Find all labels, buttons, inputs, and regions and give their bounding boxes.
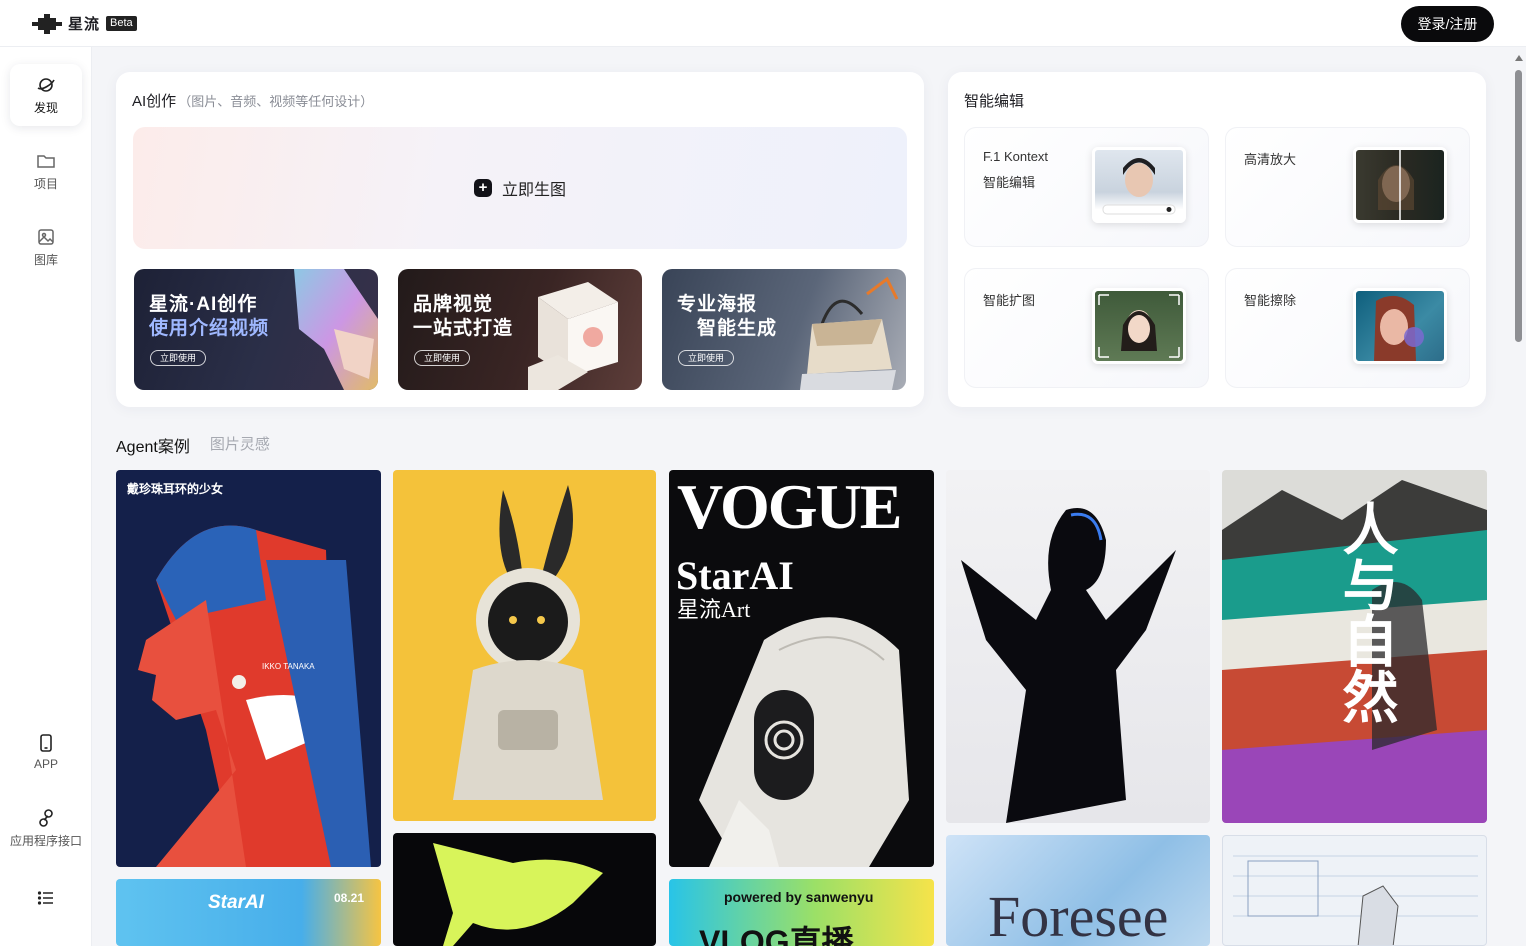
banner-subtitle: 智能生成 — [697, 318, 778, 339]
phone-icon — [40, 734, 52, 752]
tool-kontext-edit[interactable]: F.1 Kontext 智能编辑 — [964, 127, 1209, 247]
gallery-card-vogue[interactable]: VOGUE StarAI 星流Art — [669, 470, 934, 867]
image-icon — [38, 228, 54, 245]
card-title: VLOG直播 — [699, 924, 854, 946]
card-date: 08.21 — [334, 891, 365, 905]
tool-thumbnail — [1353, 288, 1447, 364]
tool-erase[interactable]: 智能擦除 — [1225, 268, 1470, 388]
card-title: VOGUE — [677, 471, 902, 542]
tab-image-inspiration[interactable]: 图片灵感 — [210, 433, 270, 457]
gallery-card-astronaut-bunny[interactable] — [393, 470, 656, 821]
banner-brand-visual[interactable]: 品牌视觉 一站式打造 立即使用 — [398, 269, 642, 390]
plus-icon: + — [473, 179, 492, 197]
login-register-button[interactable]: 登录/注册 — [1401, 6, 1494, 42]
sidebar-item-label: 应用程序接口 — [9, 833, 82, 848]
card-artwork — [1233, 855, 1478, 945]
beta-badge: Beta — [106, 16, 137, 31]
ai-create-subtitle: （图片、音频、视频等任何设计） — [178, 94, 374, 109]
card-title: 人与自然 — [1335, 500, 1398, 724]
banner-poster[interactable]: 专业海报 智能生成 立即使用 — [662, 269, 906, 390]
gallery-card-foresee[interactable]: Foresee — [946, 835, 1210, 946]
sidebar-item-projects[interactable]: 项目 — [10, 140, 82, 202]
scroll-thumb[interactable] — [1515, 70, 1522, 342]
banner-subtitle: 使用介绍视频 — [149, 318, 270, 339]
product-box-illustration — [528, 282, 618, 390]
banner-intro-video[interactable]: 星流·AI创作 使用介绍视频 立即使用 — [134, 269, 378, 390]
card-artwork — [433, 843, 603, 946]
handbag-illustration — [800, 276, 899, 390]
tool-thumbnail — [1092, 147, 1186, 223]
smart-edit-title: 智能编辑 — [964, 93, 1025, 110]
tool-title: F.1 Kontext — [983, 149, 1049, 164]
banner-title: 专业海报 — [677, 294, 758, 315]
gallery-card-winged-silhouette[interactable] — [946, 470, 1210, 823]
sidebar-item-label: APP — [33, 757, 58, 771]
sidebar-item-app[interactable]: APP — [10, 721, 82, 783]
generate-image-button[interactable]: + 立即生图 — [133, 127, 907, 249]
ai-create-title: AI创作 （图片、音频、视频等任何设计） — [132, 90, 373, 111]
tool-outpaint[interactable]: 智能扩图 — [964, 268, 1209, 388]
tool-title: 高清放大 — [1244, 152, 1297, 167]
logo-mark-icon — [32, 13, 62, 34]
tool-title: 智能扩图 — [983, 293, 1036, 308]
banner-use-button[interactable]: 立即使用 — [678, 350, 735, 366]
gallery-card-pearl-girl[interactable]: 戴珍珠耳环的少女 IKKO TANAKA — [116, 470, 381, 867]
logo[interactable]: 星流 Beta — [32, 13, 137, 34]
card-title: 戴珍珠耳环的少女 — [127, 482, 224, 496]
card-logo-text: StarAI — [208, 892, 264, 913]
card-subtitle: 星流Art — [677, 597, 751, 622]
gallery-card-human-nature[interactable]: 人与自然 — [1222, 470, 1487, 823]
sidebar-item-api[interactable]: 应用程序接口 — [0, 797, 92, 859]
tool-thumbnail — [1353, 147, 1447, 223]
folder-icon — [37, 154, 55, 168]
generate-image-label: 立即生图 — [501, 182, 566, 199]
gallery-tabs: Agent案例 图片灵感 — [116, 433, 270, 457]
app-name: 星流 — [68, 16, 101, 33]
card-artwork — [453, 485, 603, 800]
scroll-up-arrow-icon[interactable] — [1515, 55, 1523, 61]
banner-subtitle: 一站式打造 — [413, 318, 514, 339]
banner-use-button[interactable]: 立即使用 — [150, 350, 207, 366]
menu-list-icon — [37, 891, 53, 905]
sidebar-item-label: 发现 — [33, 100, 58, 115]
gallery-card-green-bird[interactable] — [393, 833, 656, 946]
tool-subtitle: 智能编辑 — [983, 175, 1036, 190]
top-bar: 星流 Beta 登录/注册 — [0, 0, 1526, 47]
tool-title: 智能擦除 — [1244, 293, 1297, 308]
sidebar-item-discover[interactable]: 发现 — [10, 64, 82, 126]
card-credit: IKKO TANAKA — [262, 662, 315, 671]
card-artwork — [138, 525, 371, 867]
sidebar-item-label: 图库 — [33, 252, 58, 267]
page-scrollbar[interactable] — [1512, 55, 1526, 946]
sidebar-item-gallery[interactable]: 图库 — [10, 216, 82, 278]
tool-thumbnail — [1092, 288, 1186, 364]
sidebar: 发现 项目 图库 APP 应用程序接口 — [0, 47, 92, 946]
banner-use-button[interactable]: 立即使用 — [414, 350, 471, 366]
card-caption: powered by sanwenyu — [724, 889, 874, 905]
gallery-card-vlog[interactable]: powered by sanwenyu VLOG直播 — [669, 879, 934, 946]
tab-agent-cases[interactable]: Agent案例 — [116, 433, 190, 457]
card-title: Foresee — [988, 884, 1169, 946]
banner-title: 品牌视觉 — [413, 294, 494, 315]
sidebar-item-label: 项目 — [33, 176, 58, 191]
link-icon — [39, 808, 53, 827]
smart-edit-panel: 智能编辑 F.1 Kontext 智能编辑 高清放大 智能扩图 智能擦除 — [948, 72, 1486, 407]
sidebar-item-menu[interactable] — [10, 867, 82, 929]
gallery-card-mecha-blueprint[interactable] — [1222, 835, 1487, 946]
ai-create-title-text: AI创作 — [132, 93, 177, 110]
card-artwork — [961, 508, 1176, 823]
tool-upscale[interactable]: 高清放大 — [1225, 127, 1470, 247]
crystal-hand-illustration — [294, 269, 378, 390]
gallery-card-starai-poster[interactable]: StarAI 08.21 — [116, 879, 381, 946]
ai-create-panel: AI创作 （图片、音频、视频等任何设计） + 立即生图 星流·AI创作 使用介绍视… — [116, 72, 924, 407]
planet-icon — [37, 77, 55, 92]
banner-title: 星流·AI创作 — [149, 294, 258, 315]
